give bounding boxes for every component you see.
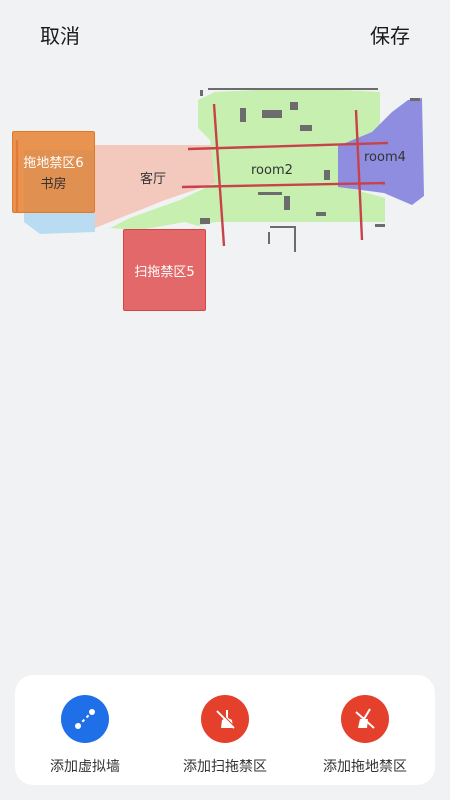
room4-label: room4 (364, 150, 406, 165)
add-virtual-wall-label: 添加虚拟墙 (50, 759, 120, 775)
broom-no-go-icon (201, 695, 249, 743)
cancel-button[interactable]: 取消 (40, 20, 80, 49)
add-mop-zone-button[interactable]: 添加拖地禁区 (305, 695, 425, 776)
top-bar: 取消 保存 (0, 0, 450, 70)
virtual-wall-icon (61, 695, 109, 743)
room2-label: room2 (251, 163, 293, 178)
add-mop-zone-label: 添加拖地禁区 (323, 759, 407, 775)
mop-no-go-zone[interactable]: 拖地禁区6 书房 (12, 131, 95, 213)
add-sweep-mop-zone-button[interactable]: 添加扫拖禁区 (165, 695, 285, 776)
sweep-mop-no-go-zone[interactable]: 扫拖禁区5 (123, 229, 206, 311)
mop-no-go-zone-label: 拖地禁区6 (23, 156, 84, 171)
save-button[interactable]: 保存 (370, 20, 410, 49)
action-panel: 添加虚拟墙 添加扫拖禁区 添加拖地禁区 (15, 675, 435, 785)
sweep-mop-no-go-zone-label: 扫拖禁区5 (134, 264, 195, 280)
add-virtual-wall-button[interactable]: 添加虚拟墙 (25, 695, 145, 776)
living-room-label: 客厅 (140, 172, 167, 187)
mop-no-go-icon (341, 695, 389, 743)
study-room-label: 书房 (40, 177, 67, 192)
add-sweep-mop-zone-label: 添加扫拖禁区 (183, 759, 267, 775)
